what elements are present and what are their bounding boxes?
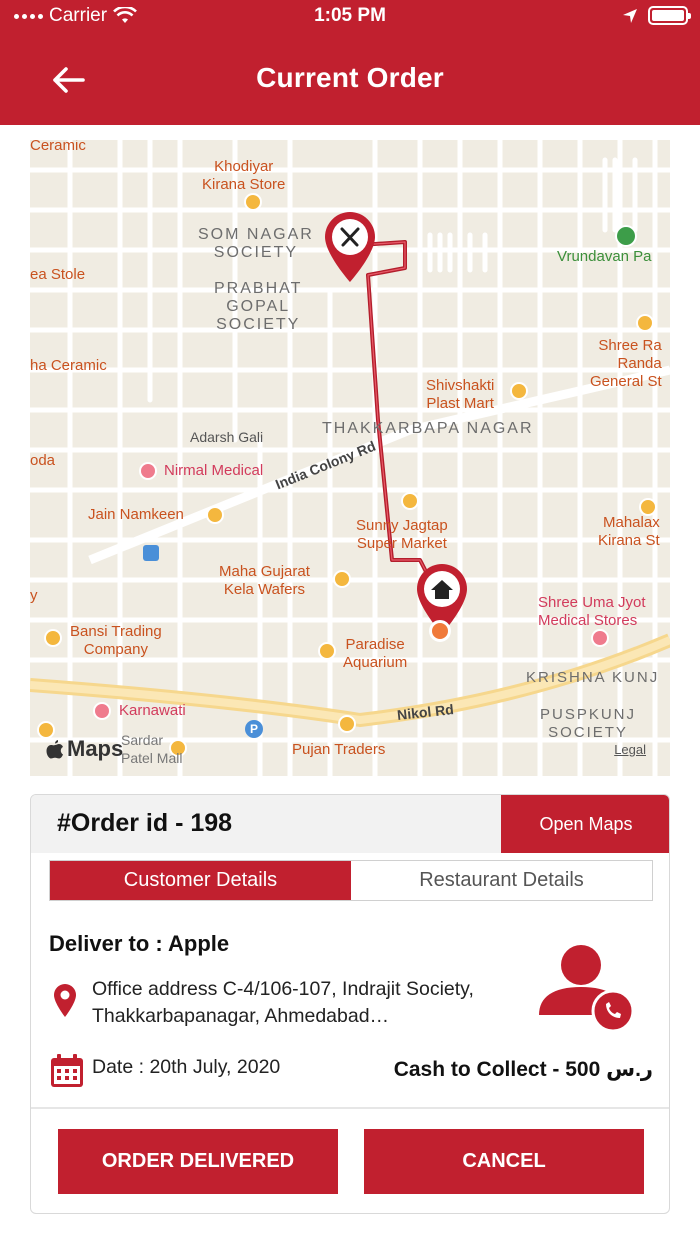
location-arrow-icon xyxy=(623,8,637,23)
map-label: Khodiyar Kirana Store xyxy=(202,158,286,193)
map-poi-marker xyxy=(44,629,62,647)
delivery-rider-icon xyxy=(429,620,451,642)
map-label: Vrundavan Pa xyxy=(557,248,652,265)
parking-icon: P xyxy=(245,720,263,738)
map-poi-marker xyxy=(244,193,262,211)
map-poi-marker xyxy=(318,642,336,660)
park-icon xyxy=(615,225,637,247)
page-title: Current Order xyxy=(256,62,444,93)
map-label: Shree Ra Randa General St xyxy=(590,337,662,390)
battery-icon xyxy=(648,6,691,25)
divider xyxy=(31,1107,669,1109)
map-label: ea Stole xyxy=(30,266,86,283)
map-poi-marker xyxy=(206,506,224,524)
map-poi-marker xyxy=(510,382,528,400)
cash-to-collect: Cash to Collect - 500 ر.س xyxy=(393,1058,653,1081)
map-label: Shivshakti Plast Mart xyxy=(426,377,495,412)
deliver-to: Deliver to : Apple xyxy=(49,931,230,956)
customer-call-icon xyxy=(539,945,635,1033)
map-poi-marker xyxy=(591,629,609,647)
tab-customer-details[interactable]: Customer Details xyxy=(50,861,351,900)
map-label: THAKKARBAPA NAGAR xyxy=(322,420,534,437)
map-label: ha Ceramic xyxy=(30,357,107,374)
order-date: Date : 20th July, 2020 xyxy=(92,1056,281,1078)
maps-logo-text: Maps xyxy=(67,736,124,761)
status-indicators xyxy=(622,6,691,25)
map-poi-marker xyxy=(93,702,111,720)
map-poi-marker xyxy=(333,570,351,588)
location-pin-icon xyxy=(54,984,76,1017)
order-id: #Order id - 198 xyxy=(57,809,233,837)
status-bar: Carrier 1:05 PM xyxy=(0,0,700,34)
apple-logo-icon xyxy=(46,740,63,759)
order-delivered-button[interactable]: ORDER DELIVERED xyxy=(58,1129,338,1194)
map-label: Mahalax Kirana St xyxy=(598,514,660,549)
map-poi-marker xyxy=(401,492,419,510)
map-label: Adarsh Gali xyxy=(190,429,264,445)
map-label: Paradise Aquarium xyxy=(343,636,408,671)
map-label: oda xyxy=(30,452,56,469)
restaurant-pin[interactable] xyxy=(321,210,379,284)
map-label: Bansi Trading Company xyxy=(70,623,162,658)
map-label: Shree Uma Jyot Medical Stores xyxy=(538,594,646,629)
status-time: 1:05 PM xyxy=(314,5,386,26)
map-label: KRISHNA KUNJ xyxy=(526,669,660,686)
legal-link[interactable]: Legal xyxy=(614,742,646,757)
map-label: Sardar Patel Mall xyxy=(121,732,183,766)
map-label: Jain Namkeen xyxy=(88,506,184,523)
tab-restaurant-details[interactable]: Restaurant Details xyxy=(351,861,652,900)
app-header: Carrier 1:05 PM Current Order xyxy=(0,0,700,125)
map-label: Sunny Jagtap Super Market xyxy=(356,517,448,552)
call-customer-button[interactable] xyxy=(535,935,639,1033)
map-poi-marker xyxy=(338,715,356,733)
restaurant-marker-icon xyxy=(325,212,375,282)
delivery-address: Office address C-4/106-107, Indrajit Soc… xyxy=(92,978,474,1027)
apple-maps-logo: Maps xyxy=(46,736,123,762)
bus-stop-icon xyxy=(143,545,159,561)
map-label: Karnawati xyxy=(119,702,186,719)
open-maps-button[interactable]: Open Maps xyxy=(501,795,669,853)
map-label: Maha Gujarat Kela Wafers xyxy=(219,563,310,598)
map-label: PUSPKUNJ SOCIETY xyxy=(540,706,637,741)
map-label: Ceramic xyxy=(30,140,86,154)
map-label: Nirmal Medical xyxy=(164,462,264,479)
calendar-icon xyxy=(51,1054,83,1087)
details-tabs: Customer Details Restaurant Details xyxy=(49,860,653,901)
map-label: SOM NAGAR SOCIETY xyxy=(198,226,314,261)
map-label: PRABHAT GOPAL SOCIETY xyxy=(214,280,303,333)
map-label: y xyxy=(30,587,38,604)
map-poi-marker xyxy=(636,314,654,332)
map-label: Pujan Traders xyxy=(292,741,386,758)
order-card: #Order id - 198 Open Maps Customer Detai… xyxy=(30,794,670,1214)
order-card-header: #Order id - 198 Open Maps xyxy=(31,795,669,853)
cancel-button[interactable]: CANCEL xyxy=(364,1129,644,1194)
order-map[interactable]: P Ceramic Khodiyar Kirana Store SOM NAGA… xyxy=(30,140,670,776)
map-poi-marker xyxy=(139,462,157,480)
